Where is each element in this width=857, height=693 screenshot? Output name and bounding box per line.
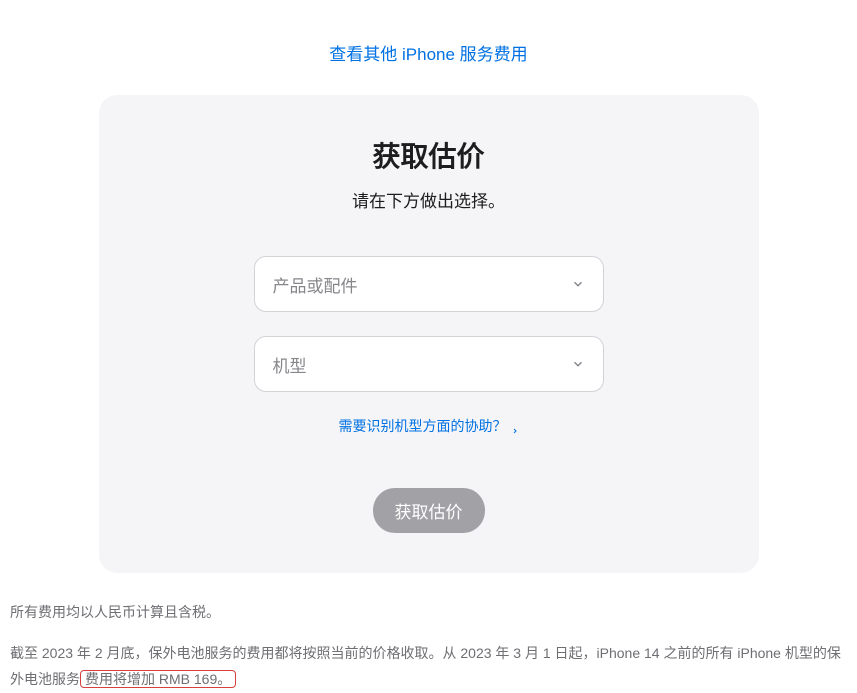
identify-model-help-link[interactable]: 需要识别机型方面的协助？ [339, 416, 519, 436]
chevron-down-icon [571, 277, 585, 291]
model-select[interactable]: 机型 [254, 336, 604, 392]
top-link-container: 查看其他 iPhone 服务费用 [10, 0, 847, 95]
card-title: 获取估价 [149, 135, 709, 175]
model-select-placeholder: 机型 [273, 352, 307, 377]
footer-line-1: 所有费用均以人民币计算且含税。 [10, 599, 847, 626]
estimate-card: 获取估价 请在下方做出选择。 产品或配件 机型 需要识别机型方面的协助？ [99, 95, 759, 573]
help-link-label: 需要识别机型方面的协助？ [339, 416, 507, 436]
product-select-wrapper: 产品或配件 [254, 256, 604, 312]
product-select-placeholder: 产品或配件 [273, 272, 358, 297]
help-link-container: 需要识别机型方面的协助？ [149, 416, 709, 436]
chevron-right-icon [511, 422, 519, 430]
price-increase-highlight: 费用将增加 RMB 169。 [80, 670, 236, 688]
footer-text: 所有费用均以人民币计算且含税。 截至 2023 年 2 月底，保外电池服务的费用… [10, 573, 847, 693]
get-estimate-button[interactable]: 获取估价 [373, 488, 485, 533]
card-subtitle: 请在下方做出选择。 [149, 187, 709, 212]
product-select[interactable]: 产品或配件 [254, 256, 604, 312]
footer-line-2: 截至 2023 年 2 月底，保外电池服务的费用都将按照当前的价格收取。从 20… [10, 640, 847, 693]
model-select-wrapper: 机型 [254, 336, 604, 392]
view-other-services-link[interactable]: 查看其他 iPhone 服务费用 [329, 45, 527, 64]
chevron-down-icon [571, 357, 585, 371]
